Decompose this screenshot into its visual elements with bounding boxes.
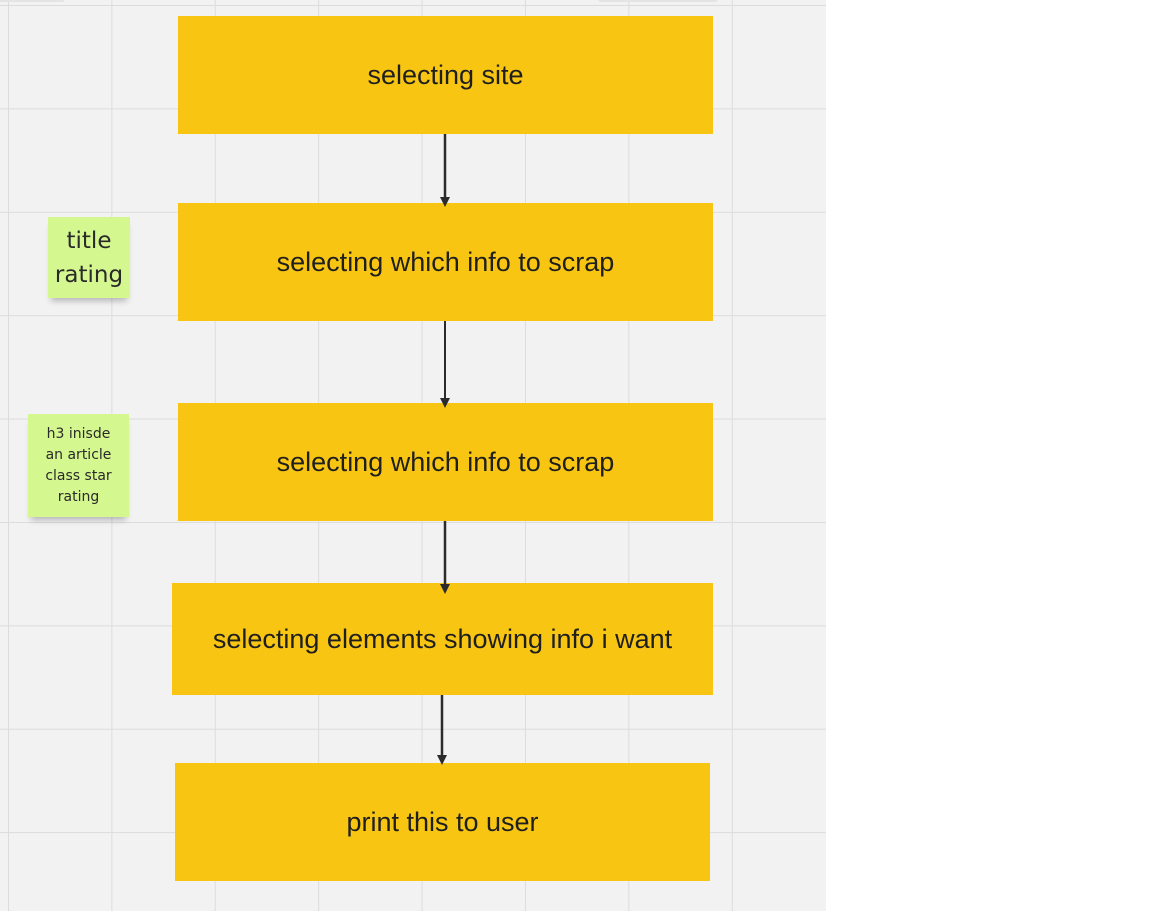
flow-node-selecting-site[interactable]: selecting site (178, 16, 713, 134)
flow-node-label: print this to user (346, 806, 539, 837)
sticky-note-h3-selector[interactable]: h3 inisde an article class star rating (28, 414, 129, 517)
sticky-note-title-rating[interactable]: title rating (48, 217, 130, 298)
flow-node-label: selecting which info to scrap (276, 446, 615, 477)
flow-node-label: selecting site (367, 59, 524, 90)
whiteboard-canvas[interactable]: selecting site selecting which info to s… (0, 0, 826, 911)
flow-node-label: selecting elements showing info i want (212, 623, 673, 654)
flow-node-selecting-info-2[interactable]: selecting which info to scrap (178, 403, 713, 521)
offscreen-element-edge (0, 0, 65, 2)
flow-node-selecting-elements[interactable]: selecting elements showing info i want (172, 583, 713, 695)
flow-node-selecting-info-1[interactable]: selecting which info to scrap (178, 203, 713, 321)
flow-node-print-to-user[interactable]: print this to user (175, 763, 710, 881)
sticky-note-text: h3 inisde an article class star rating (45, 425, 112, 505)
sticky-note-text: title rating (54, 227, 124, 288)
offscreen-element-edge (598, 0, 718, 2)
flow-node-label: selecting which info to scrap (276, 246, 615, 277)
